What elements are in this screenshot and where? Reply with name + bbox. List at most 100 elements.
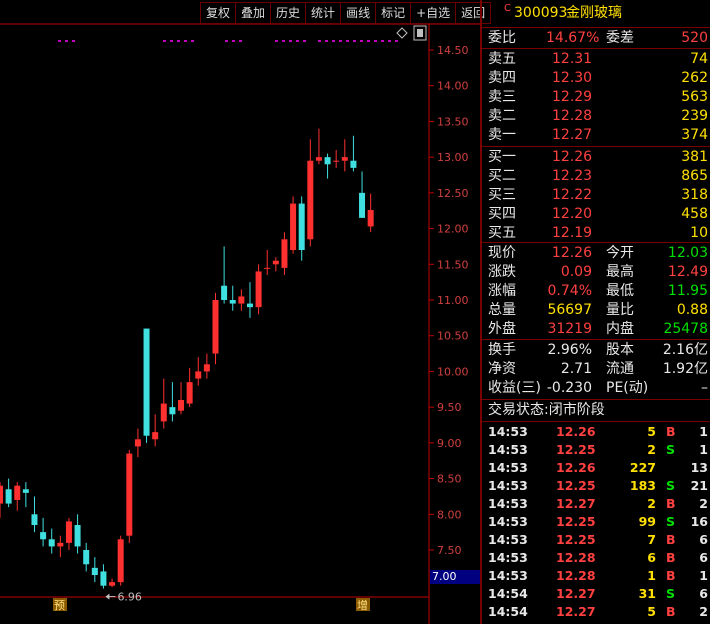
stat-label: 总量	[488, 302, 516, 318]
stat-label: 最低	[606, 283, 634, 299]
order-row: 买四 12.20 458	[482, 205, 710, 223]
trade-count: 1	[699, 442, 708, 457]
diamond-icon	[396, 27, 408, 39]
trade-volume: 227	[629, 460, 656, 475]
signal-dot	[395, 40, 398, 42]
stat-value: 0.88	[676, 302, 708, 318]
candle-body	[229, 300, 236, 304]
signal-dot	[72, 40, 75, 42]
trade-row: 14:54 12.27 31 S 6	[482, 585, 710, 603]
order-volume: 318	[681, 187, 708, 203]
trade-side: B	[666, 550, 676, 565]
candle-body	[126, 453, 133, 536]
trade-side: B	[666, 568, 676, 583]
candle-body	[91, 567, 98, 575]
y-tick-label: 8.50	[437, 473, 462, 486]
candle-body	[324, 157, 331, 165]
candle-body	[31, 514, 38, 525]
signal-dot	[232, 40, 235, 42]
signal-dot	[239, 40, 242, 42]
candle-body	[246, 303, 253, 308]
signal-dot	[191, 40, 194, 42]
signal-dot	[381, 40, 384, 42]
trade-time: 14:54	[488, 586, 528, 601]
stat-label: 现价	[488, 245, 516, 261]
restore-rights-button[interactable]: 复权	[200, 2, 236, 24]
overlay-button[interactable]: 叠加	[235, 2, 271, 24]
order-volume: 262	[681, 70, 708, 86]
y-tick-label: 9.50	[437, 401, 462, 414]
stock-header: C 300093 金刚玻璃	[482, 3, 710, 26]
fin-label: 流通	[606, 361, 634, 377]
trade-price: 12.26	[556, 424, 596, 439]
order-level-label: 卖五	[488, 51, 516, 67]
signal-dot	[58, 40, 61, 42]
trade-time: 14:53	[488, 532, 528, 547]
candle-body	[74, 525, 81, 547]
signal-dot	[325, 40, 328, 42]
trade-status-row: 交易状态:闭市阶段	[482, 401, 710, 419]
y-tick-label: 12.00	[437, 223, 469, 236]
trade-count: 2	[699, 604, 708, 619]
trade-price: 12.25	[556, 532, 596, 547]
candle-body	[22, 489, 29, 493]
candle-body	[221, 285, 228, 300]
stat-value: 56697	[547, 302, 592, 318]
signal-dot	[303, 40, 306, 42]
trade-side: S	[666, 514, 676, 529]
trade-time: 14:53	[488, 424, 528, 439]
trade-count: 21	[690, 478, 708, 493]
quote-panel: C 300093 金刚玻璃 委比 14.67% 委差 520 卖五 12.31 74…	[480, 0, 710, 624]
y-tick-label: 13.00	[437, 151, 469, 164]
order-volume: 381	[681, 149, 708, 165]
kline-chart[interactable]: 14.50 14.00 13.50 13.00 12.50 12.00 11.50 11.00…	[0, 0, 482, 624]
signal-dot	[275, 40, 278, 42]
candle-body	[203, 364, 210, 372]
draw-line-button[interactable]: 画线	[340, 2, 376, 24]
candle-body	[367, 210, 374, 227]
stat-label: 涨幅	[488, 283, 516, 299]
trade-volume: 2	[647, 496, 656, 511]
order-price: 12.22	[552, 187, 593, 203]
trade-price: 12.27	[556, 586, 596, 601]
divider	[482, 242, 710, 243]
trade-volume: 7	[647, 532, 656, 547]
order-volume: 74	[690, 51, 708, 67]
trade-time: 14:54	[488, 604, 528, 619]
y-tick-label: 12.50	[437, 187, 469, 200]
candle-body	[0, 485, 3, 504]
statistics-button[interactable]: 统计	[305, 2, 341, 24]
order-volume: 865	[681, 168, 708, 184]
stat-value: 12.49	[667, 264, 708, 280]
divider	[482, 27, 710, 28]
fin-row: 收益(三) -0.230 PE(动) –	[482, 379, 710, 397]
scroll-thumb-icon	[417, 29, 423, 37]
trade-count: 13	[690, 460, 708, 475]
signal-dot	[296, 40, 299, 42]
history-button[interactable]: 历史	[270, 2, 306, 24]
order-row: 买五 12.19 10	[482, 224, 710, 242]
fin-label: 收益(三)	[488, 380, 541, 396]
candle-body	[350, 160, 357, 168]
mark-button[interactable]: 标记	[375, 2, 411, 24]
y-tick-label: 8.00	[437, 508, 462, 521]
order-volume: 458	[681, 206, 708, 222]
event-marker-label: 增	[357, 598, 368, 612]
event-marker-label: 预	[54, 599, 65, 612]
trade-row: 14:53 12.28 1 B 1	[482, 567, 710, 585]
stock-code: 300093	[514, 5, 568, 21]
trade-price: 12.27	[556, 604, 596, 619]
stock-name: 金刚玻璃	[566, 5, 622, 21]
candle-body	[83, 550, 90, 565]
trade-count: 6	[699, 550, 708, 565]
kline-svg[interactable]: 14.50 14.00 13.50 13.00 12.50 12.00 11.50 11.00…	[0, 0, 480, 624]
fin-row: 净资 2.71 流通 1.92亿	[482, 360, 710, 378]
candle-body	[255, 271, 262, 308]
candle-body	[341, 157, 348, 161]
trade-price: 12.26	[556, 460, 596, 475]
order-volume: 10	[690, 225, 708, 241]
add-watchlist-button[interactable]: +自选	[410, 2, 456, 24]
trade-volume: 1	[647, 568, 656, 583]
weibi-value: 14.67%	[546, 30, 600, 46]
trade-price: 12.27	[556, 496, 596, 511]
